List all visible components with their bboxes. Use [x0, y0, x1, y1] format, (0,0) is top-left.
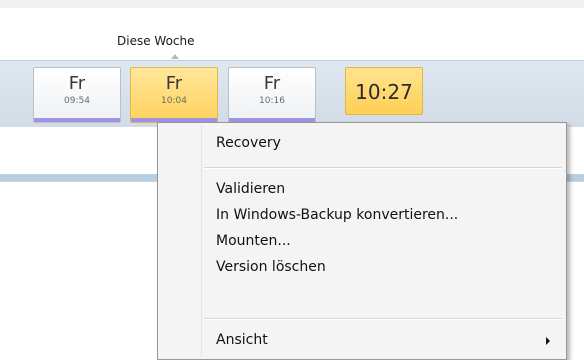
version-day: Fr	[263, 73, 281, 94]
menu-separator	[204, 167, 562, 169]
version-day: Fr	[165, 73, 183, 94]
menu-item-ansicht[interactable]: Ansicht	[216, 331, 268, 349]
version-time: 09:54	[64, 96, 90, 106]
version-time: 10:04	[161, 96, 187, 106]
menu-item-validieren[interactable]: Validieren	[216, 180, 285, 198]
menu-item-recovery[interactable]: Recovery	[216, 134, 281, 152]
menu-gutter-line	[201, 125, 202, 357]
context-menu: Recovery Validieren In Windows-Backup ko…	[157, 122, 567, 360]
menu-item-version-loeschen[interactable]: Version löschen	[216, 258, 326, 276]
menu-item-windows-backup[interactable]: In Windows-Backup konvertieren...	[216, 206, 458, 224]
version-time: 10:16	[259, 96, 285, 106]
current-time: 10:27	[355, 80, 413, 104]
submenu-arrow-icon	[546, 337, 550, 345]
version-tile-1[interactable]: Fr 09:54	[33, 67, 121, 123]
version-tile-2[interactable]: Fr 10:04	[130, 67, 218, 123]
menu-item-mounten[interactable]: Mounten...	[216, 232, 291, 250]
top-bar	[0, 0, 584, 8]
menu-separator	[204, 318, 562, 320]
version-stripe	[34, 118, 120, 122]
version-tile-3[interactable]: Fr 10:16	[228, 67, 316, 123]
week-caret-icon	[171, 54, 179, 59]
week-label: Diese Woche	[117, 34, 195, 48]
version-day: Fr	[68, 73, 86, 94]
current-time-tile[interactable]: 10:27	[345, 67, 423, 115]
